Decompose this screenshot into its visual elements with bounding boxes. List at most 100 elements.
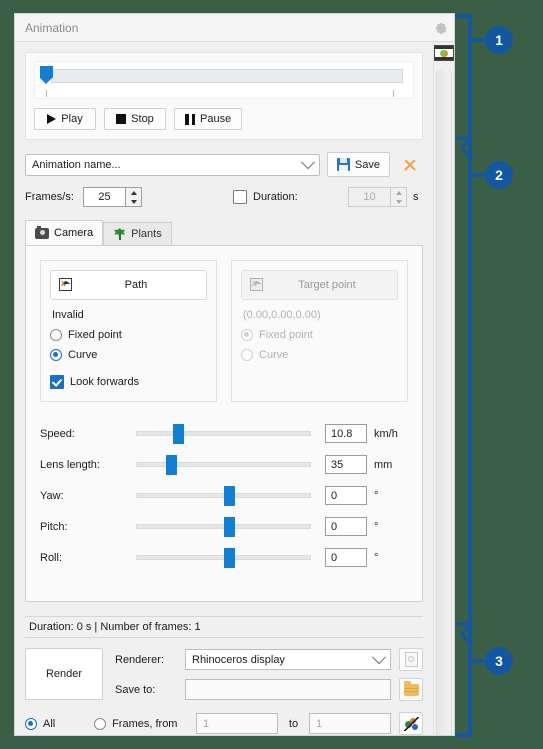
look-forwards-label: Look forwards <box>70 376 140 388</box>
path-option-curve[interactable]: Curve <box>50 349 207 361</box>
path-target-groups: x Path Invalid Fixed point Curve Look fo… <box>26 246 422 402</box>
speed-slider-knob[interactable] <box>172 423 184 444</box>
radio-icon[interactable] <box>241 349 253 361</box>
pick-path-button[interactable]: x Path <box>50 270 207 300</box>
duration-stepper-arrows[interactable] <box>390 187 407 207</box>
pause-button[interactable]: Pause <box>174 108 243 130</box>
browse-folder-button[interactable] <box>399 678 423 701</box>
range-all-radio[interactable] <box>25 717 37 730</box>
gear-icon[interactable] <box>434 21 448 35</box>
dock-rail[interactable] <box>436 69 452 735</box>
animation-name-combo[interactable]: Animation name... <box>25 153 320 176</box>
timeline-tick-end <box>393 90 394 97</box>
speed-unit: km/h <box>374 427 398 440</box>
save-button-label: Save <box>354 158 380 171</box>
renderer-label: Renderer: <box>115 653 164 666</box>
tab-plants-label: Plants <box>131 228 162 240</box>
duration-stepper-up[interactable] <box>391 188 406 197</box>
roll-unit: ° <box>374 551 379 564</box>
save-button[interactable]: Save <box>326 152 390 177</box>
tab-plants[interactable]: Plants <box>103 222 172 245</box>
timeline-rail[interactable] <box>51 69 403 83</box>
timeline-playhead[interactable] <box>40 66 53 84</box>
radio-icon[interactable] <box>50 329 62 341</box>
frames-stepper-down[interactable] <box>126 197 141 206</box>
renderer-row: Renderer: Rhinoceros display <box>115 648 423 671</box>
pick-target-point-button[interactable]: x Target point <box>241 270 398 300</box>
range-from-input[interactable]: 1 <box>195 713 278 734</box>
camera-tab-panel: x Path Invalid Fixed point Curve Look fo… <box>25 245 423 602</box>
frames-per-second-value[interactable]: 25 <box>83 187 125 207</box>
save-to-row: Save to: <box>115 678 423 701</box>
play-button-label: Play <box>61 113 83 125</box>
lens-length-value[interactable]: 35 <box>325 455 367 474</box>
save-to-input[interactable] <box>185 679 391 700</box>
lens-length-slider-knob[interactable] <box>165 454 177 475</box>
look-forwards-checkbox[interactable] <box>50 375 64 389</box>
speed-slider[interactable] <box>136 423 311 445</box>
radio-icon[interactable] <box>50 349 62 361</box>
duration-value[interactable]: 10 <box>348 187 390 207</box>
roll-slider-knob[interactable] <box>223 547 235 568</box>
pitch-slider[interactable] <box>136 516 311 538</box>
roll-slider[interactable] <box>136 547 311 569</box>
renderer-settings-button[interactable] <box>399 648 423 671</box>
pick-path-label: Path <box>124 279 148 291</box>
target-option-curve-label: Curve <box>259 349 289 361</box>
render-button[interactable]: Render <box>25 648 103 700</box>
speed-value[interactable]: 10.8 <box>325 424 367 443</box>
roll-value[interactable]: 0 <box>325 548 367 567</box>
duration-stepper-down[interactable] <box>391 197 406 206</box>
tab-camera[interactable]: Camera <box>25 220 104 245</box>
range-to-input[interactable]: 1 <box>309 713 391 734</box>
callout-badge-1[interactable]: 1 <box>485 26 513 54</box>
timeline-tick-start <box>46 90 47 97</box>
playback-section: Play Stop Pause <box>25 52 423 140</box>
chevron-down-icon[interactable] <box>300 154 315 169</box>
path-group: x Path Invalid Fixed point Curve Look fo… <box>40 260 217 402</box>
range-all-label: All <box>43 717 56 730</box>
pitch-slider-knob[interactable] <box>223 516 235 537</box>
render-preview-button[interactable] <box>399 712 423 735</box>
slider-row-pitch: Pitch: 0 ° <box>40 511 408 542</box>
radio-icon[interactable] <box>241 329 253 341</box>
delete-animation-button[interactable] <box>397 152 423 177</box>
frames-per-second-stepper[interactable]: 25 <box>83 187 142 207</box>
play-icon <box>47 114 57 124</box>
stop-button-label: Stop <box>131 113 154 125</box>
yaw-slider[interactable] <box>136 485 311 507</box>
pitch-unit: ° <box>374 520 379 533</box>
render-section: Render Renderer: Rhinoceros display Save… <box>15 638 433 735</box>
duration-checkbox[interactable] <box>233 190 247 204</box>
duration-stepper[interactable]: 10 <box>348 187 407 207</box>
floppy-disk-icon <box>336 158 350 171</box>
slider-row-roll: Roll: 0 ° <box>40 542 408 573</box>
frames-stepper-arrows[interactable] <box>125 187 142 207</box>
yaw-value[interactable]: 0 <box>325 486 367 505</box>
roll-label: Roll: <box>40 551 63 564</box>
stop-button[interactable]: Stop <box>104 108 166 130</box>
speed-label: Speed: <box>40 427 75 440</box>
callout-badge-2[interactable]: 2 <box>485 161 513 189</box>
look-forwards-checkbox-row[interactable]: Look forwards <box>50 375 207 389</box>
target-option-curve[interactable]: Curve <box>241 349 398 361</box>
stop-icon <box>116 114 127 124</box>
pause-icon <box>185 113 195 125</box>
render-panel-icon[interactable] <box>434 45 454 61</box>
target-option-fixed-point[interactable]: Fixed point <box>241 329 398 341</box>
pitch-value[interactable]: 0 <box>325 517 367 536</box>
yaw-slider-knob[interactable] <box>223 485 235 506</box>
path-option-fixed-point[interactable]: Fixed point <box>50 329 207 341</box>
range-frames-radio[interactable] <box>94 717 107 730</box>
chevron-down-icon[interactable] <box>371 649 387 664</box>
play-button[interactable]: Play <box>34 108 96 130</box>
lens-length-slider[interactable] <box>136 454 311 476</box>
frames-stepper-up[interactable] <box>126 188 141 197</box>
renderer-select[interactable]: Rhinoceros display <box>185 649 391 670</box>
target-option-fixed-point-label: Fixed point <box>259 329 313 341</box>
render-preview-icon <box>403 716 419 731</box>
callout-badge-3[interactable]: 3 <box>485 647 513 675</box>
leaf-icon <box>113 228 126 240</box>
frame-range-row: All Frames, from 1 to 1 <box>25 712 423 735</box>
timeline-track[interactable] <box>34 61 414 99</box>
